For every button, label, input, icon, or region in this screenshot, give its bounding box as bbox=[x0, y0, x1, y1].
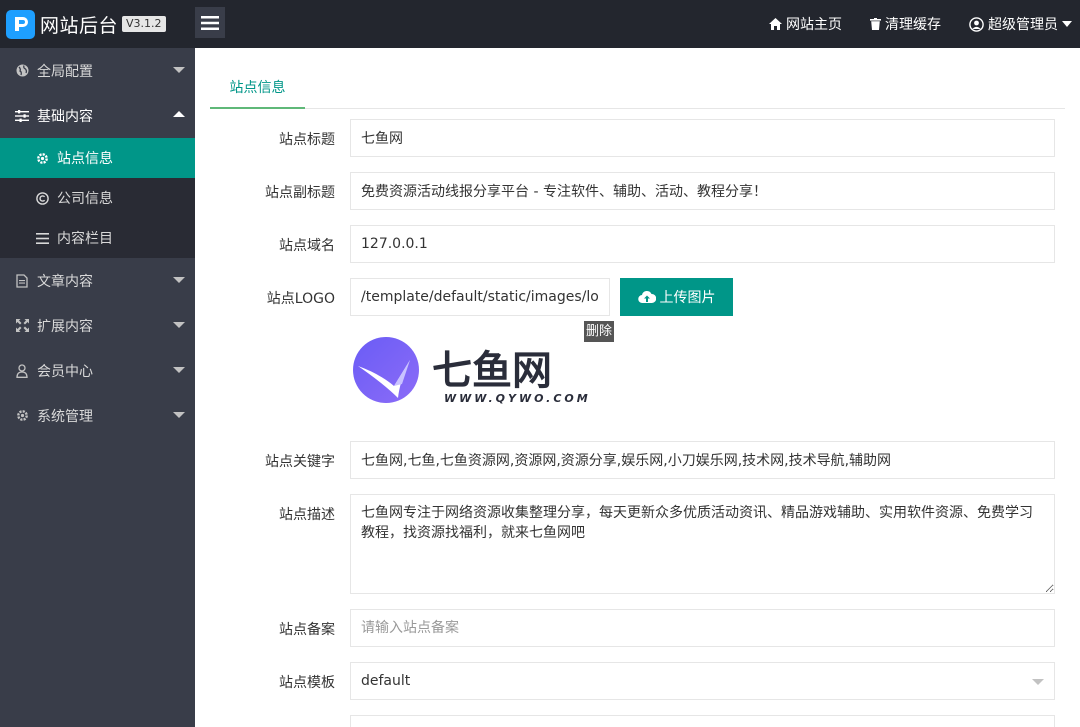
chevron-down-icon bbox=[1032, 679, 1044, 685]
site-title-input[interactable] bbox=[350, 119, 1055, 157]
sidebar-item-extended-content[interactable]: 扩展内容 bbox=[0, 303, 195, 348]
chevron-down-icon bbox=[173, 277, 185, 283]
upload-image-button[interactable]: 上传图片 bbox=[620, 278, 733, 316]
form-row-subtitle: 站点副标题 bbox=[210, 172, 1055, 210]
version-badge: V3.1.2 bbox=[122, 16, 166, 32]
sidebar-item-label: 站点信息 bbox=[57, 151, 113, 167]
field-label: 站点描述 bbox=[279, 507, 335, 523]
app-logo[interactable]: 网站后台 V3.1.2 bbox=[6, 9, 166, 39]
sidebar-item-label: 系统管理 bbox=[37, 408, 93, 425]
nav-admin-label: 超级管理员 bbox=[988, 17, 1058, 33]
chevron-down-icon bbox=[173, 322, 185, 328]
chevron-up-icon bbox=[173, 111, 185, 117]
sidebar: 全局配置 基础内容 站点信息 公司信息 内容栏目 文章内容 扩展内容 会员中心 … bbox=[0, 48, 195, 727]
sidebar-item-article-content[interactable]: 文章内容 bbox=[0, 258, 195, 303]
site-description-textarea[interactable]: 七鱼网专注于网络资源收集整理分享，每天更新众多优质活动资讯、精品游戏辅助、实用软… bbox=[350, 494, 1055, 594]
form-row-logo: 站点LOGO 上传图片 删除 七鱼网 WWW.QYWO.COM bbox=[210, 278, 1055, 418]
list-icon bbox=[35, 231, 49, 245]
form-row-keywords: 站点关键字 bbox=[210, 441, 1055, 479]
menu-toggle-button[interactable] bbox=[195, 7, 225, 38]
sidebar-item-basic-content[interactable]: 基础内容 bbox=[0, 93, 195, 138]
app-title: 网站后台 bbox=[40, 14, 119, 37]
field-label: 站点域名 bbox=[279, 238, 335, 254]
submenu-basic-content: 站点信息 公司信息 内容栏目 bbox=[0, 138, 195, 258]
chevron-down-icon bbox=[1062, 21, 1072, 27]
gear-icon bbox=[35, 151, 49, 165]
chevron-down-icon bbox=[173, 412, 185, 418]
logo-url-text: WWW.QYWO.COM bbox=[444, 392, 591, 405]
sidebar-item-label: 全局配置 bbox=[37, 63, 93, 80]
tab-site-info[interactable]: 站点信息 bbox=[210, 70, 305, 109]
site-subtitle-input[interactable] bbox=[350, 172, 1055, 210]
trash-icon bbox=[870, 18, 881, 30]
sidebar-item-site-info[interactable]: 站点信息 bbox=[0, 138, 195, 178]
sidebar-item-company-info[interactable]: 公司信息 bbox=[0, 178, 195, 218]
chevron-down-icon bbox=[173, 367, 185, 373]
logo-name-text: 七鱼网 bbox=[432, 348, 552, 394]
sidebar-item-label: 公司信息 bbox=[57, 191, 113, 207]
site-domain-input[interactable] bbox=[350, 225, 1055, 263]
field-label: 站点模板 bbox=[279, 675, 335, 691]
chevron-down-icon bbox=[173, 67, 185, 73]
site-keywords-input[interactable] bbox=[350, 441, 1055, 479]
form-row-icp: 站点备案 bbox=[210, 609, 1055, 647]
form-row-domain: 站点域名 bbox=[210, 225, 1055, 263]
form-row-description: 站点描述 七鱼网专注于网络资源收集整理分享，每天更新众多优质活动资讯、精品游戏辅… bbox=[210, 494, 1055, 594]
form-row-next bbox=[210, 715, 1055, 727]
sidebar-item-label: 内容栏目 bbox=[57, 231, 113, 247]
form-row-template: 站点模板 default bbox=[210, 662, 1055, 700]
user-circle-icon bbox=[969, 16, 984, 32]
nav-home-link[interactable]: 网站主页 bbox=[769, 14, 842, 34]
logo-preview-image: 七鱼网 WWW.QYWO.COM bbox=[350, 334, 610, 412]
main-content: 站点信息 站点标题 站点副标题 站点域名 站点LOGO 上传图片 删除 bbox=[195, 48, 1080, 727]
sidebar-item-member-center[interactable]: 会员中心 bbox=[0, 348, 195, 393]
next-field-partial[interactable] bbox=[350, 715, 1055, 727]
nav-clear-cache-link[interactable]: 清理缓存 bbox=[870, 14, 941, 34]
nav-admin-menu[interactable]: 超级管理员 bbox=[969, 14, 1072, 34]
expand-icon bbox=[15, 319, 29, 333]
sidebar-item-label: 基础内容 bbox=[37, 108, 93, 125]
form-row-title: 站点标题 bbox=[210, 119, 1055, 157]
site-template-select[interactable]: default bbox=[350, 662, 1055, 700]
globe-icon bbox=[15, 64, 29, 78]
sidebar-item-label: 扩展内容 bbox=[37, 318, 93, 335]
field-label: 站点LOGO bbox=[266, 291, 335, 307]
sidebar-item-label: 会员中心 bbox=[37, 363, 93, 380]
field-label: 站点备案 bbox=[279, 622, 335, 638]
tab-bar: 站点信息 bbox=[210, 70, 1065, 109]
sidebar-item-content-columns[interactable]: 内容栏目 bbox=[0, 218, 195, 258]
document-icon bbox=[15, 273, 29, 288]
user-icon bbox=[15, 363, 29, 378]
hamburger-icon bbox=[201, 15, 219, 30]
nav-clear-cache-label: 清理缓存 bbox=[885, 17, 941, 33]
copyright-icon bbox=[35, 191, 49, 205]
cloud-upload-icon bbox=[637, 290, 656, 304]
site-template-value: default bbox=[361, 673, 411, 689]
top-header: 网站后台 V3.1.2 网站主页 清理缓存 超级管理员 bbox=[0, 0, 1080, 48]
sidebar-item-global-config[interactable]: 全局配置 bbox=[0, 48, 195, 93]
sidebar-item-system-management[interactable]: 系统管理 bbox=[0, 393, 195, 438]
field-label: 站点标题 bbox=[279, 132, 335, 148]
sliders-icon bbox=[15, 109, 29, 123]
home-icon bbox=[769, 18, 782, 30]
logo-p-icon bbox=[6, 9, 35, 39]
sidebar-item-label: 文章内容 bbox=[37, 273, 93, 290]
nav-home-label: 网站主页 bbox=[786, 17, 842, 33]
upload-image-label: 上传图片 bbox=[659, 290, 716, 306]
field-label: 站点关键字 bbox=[265, 454, 335, 470]
site-icp-input[interactable] bbox=[350, 609, 1055, 647]
gear-icon bbox=[15, 409, 29, 423]
field-label: 站点副标题 bbox=[265, 185, 335, 201]
site-logo-path-input[interactable] bbox=[350, 278, 610, 316]
